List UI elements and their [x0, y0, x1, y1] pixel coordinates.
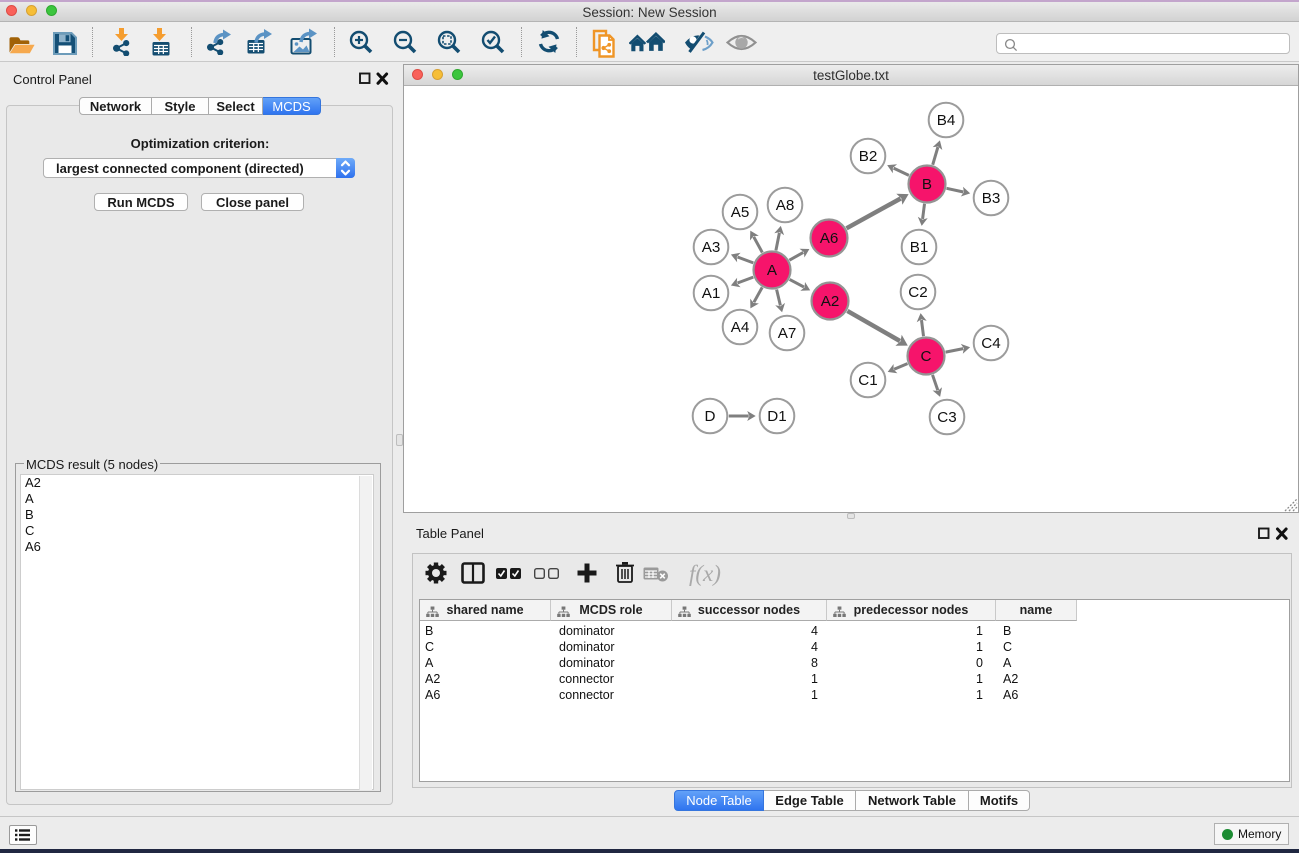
svg-text:B: B	[922, 176, 932, 193]
svg-text:A8: A8	[776, 197, 795, 214]
svg-text:C4: C4	[981, 335, 1000, 352]
svg-text:C3: C3	[937, 409, 956, 426]
svg-text:A1: A1	[702, 285, 721, 302]
svg-text:B1: B1	[910, 239, 929, 256]
svg-text:A3: A3	[702, 239, 721, 256]
svg-text:C2: C2	[908, 284, 927, 301]
svg-text:A2: A2	[821, 293, 840, 310]
svg-text:D1: D1	[767, 408, 786, 425]
svg-text:B3: B3	[982, 190, 1001, 207]
svg-text:A6: A6	[820, 230, 839, 247]
svg-text:D: D	[705, 408, 716, 425]
svg-text:A5: A5	[731, 204, 750, 221]
svg-text:C: C	[921, 348, 932, 365]
svg-text:A7: A7	[778, 325, 797, 342]
svg-text:A: A	[767, 262, 778, 279]
svg-text:A4: A4	[731, 319, 750, 336]
svg-text:B2: B2	[859, 148, 878, 165]
svg-text:B4: B4	[937, 112, 956, 129]
svg-text:C1: C1	[858, 372, 877, 389]
